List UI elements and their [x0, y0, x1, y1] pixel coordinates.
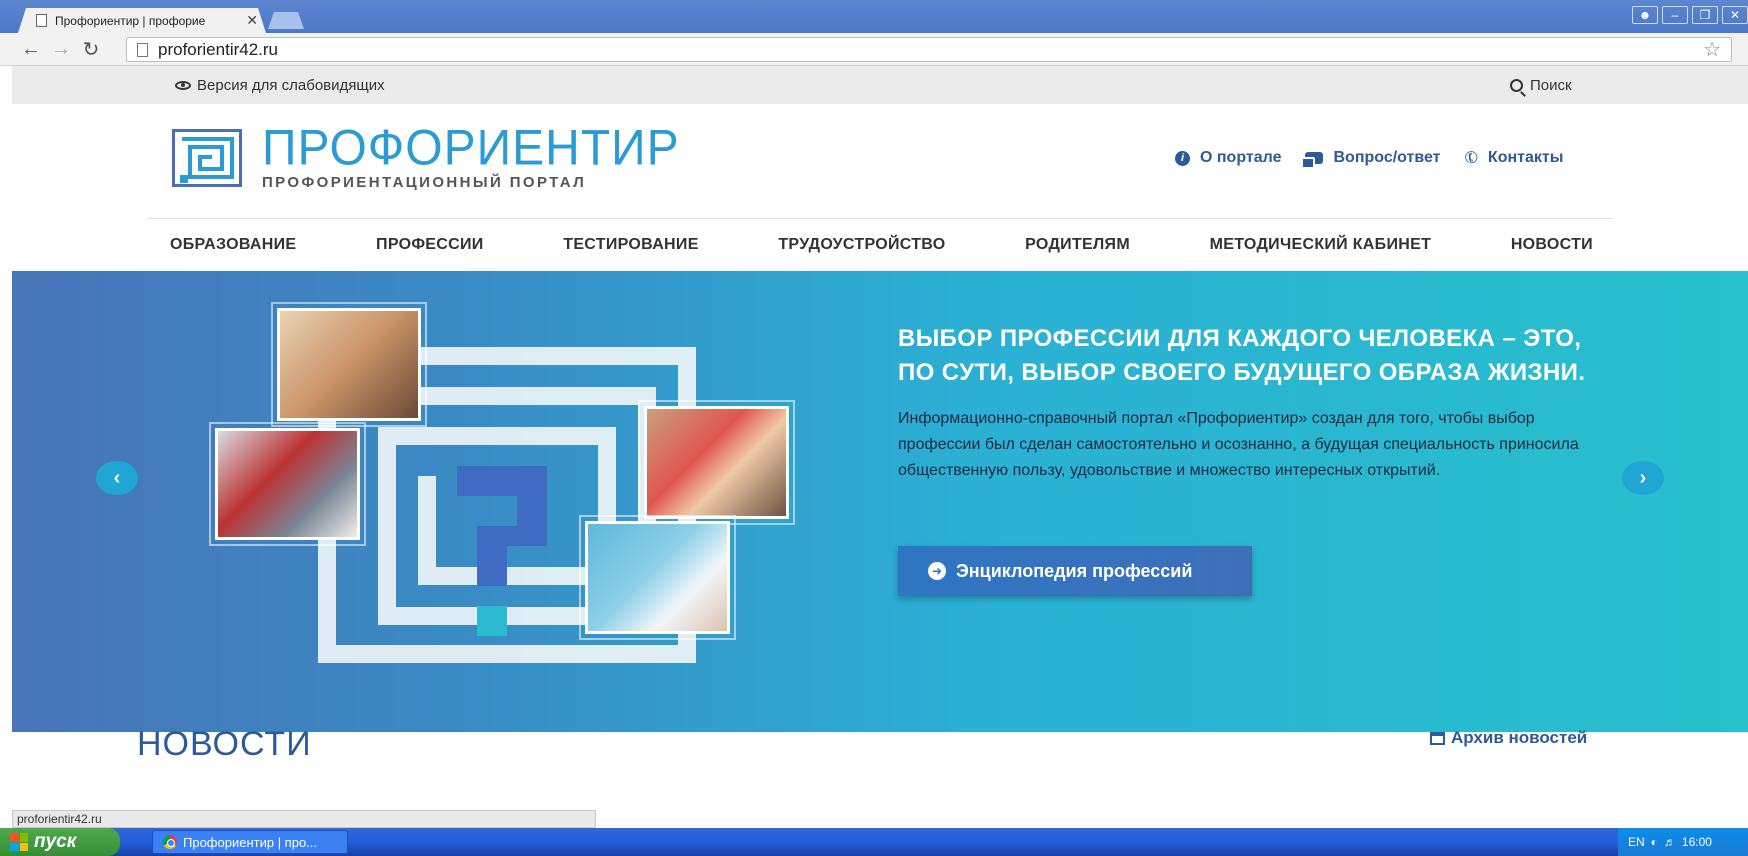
accessibility-label: Версия для слабовидящих: [197, 77, 385, 94]
photo-woman: [271, 302, 427, 427]
top-utility-bar: Версия для слабовидящих Поиск: [12, 66, 1748, 104]
photo-medics: [579, 515, 736, 640]
network-icon[interactable]: ◐: [1651, 835, 1658, 849]
start-label: пуск: [34, 831, 77, 852]
user-icon[interactable]: ☻: [1632, 6, 1658, 24]
menu-item-testing[interactable]: ТЕСТИРОВАНИЕ: [563, 236, 698, 254]
taskbar-item-label: Профориентир | про...: [183, 834, 318, 850]
maze-logo-icon[interactable]: [172, 129, 242, 187]
main-menu: ОБРАЗОВАНИЕ ПРОФЕССИИ ТЕСТИРОВАНИЕ ТРУДО…: [148, 218, 1613, 271]
logo-name: ПРОФОРИЕНТИР: [262, 120, 680, 177]
hero-slider: ‹ › ВЫБОР ПРОФЕССИИ ДЛЯ КАЖДОГО ЧЕЛОВЕКА…: [12, 271, 1748, 732]
menu-item-methodical[interactable]: МЕТОДИЧЕСКИЙ КАБИНЕТ: [1210, 236, 1432, 254]
forward-icon[interactable]: →: [46, 38, 76, 61]
header-links: i О портале Вопрос/ответ ✆ Контакты: [1175, 148, 1564, 169]
calendar-icon: [1430, 731, 1445, 745]
hero-title: ВЫБОР ПРОФЕССИИ ДЛЯ КАЖДОГО ЧЕЛОВЕКА – Э…: [898, 322, 1638, 390]
chat-icon: [1301, 152, 1324, 169]
restore-icon[interactable]: ❐: [1692, 6, 1718, 24]
encyclopedia-button-label: Энциклопедия профессий: [956, 560, 1193, 581]
system-tray: EN ◐ ♬ 16:00: [1618, 828, 1748, 856]
phone-icon: ✆: [1461, 147, 1482, 170]
arrow-circle-right-icon: ➜: [928, 562, 946, 580]
photo-worker: [209, 422, 366, 546]
page-icon: [36, 14, 47, 27]
menu-item-professions[interactable]: ПРОФЕССИИ: [376, 236, 484, 254]
search-link[interactable]: Поиск: [1510, 77, 1572, 94]
eye-icon: [175, 81, 191, 90]
accessibility-link[interactable]: Версия для слабовидящих: [175, 77, 385, 94]
encyclopedia-button[interactable]: ➜ Энциклопедия профессий: [898, 546, 1252, 596]
contacts-label: Контакты: [1487, 149, 1564, 166]
tab-close-icon[interactable]: ✕: [246, 12, 258, 29]
browser-status-bar: proforientir42.ru: [12, 810, 596, 828]
contacts-link[interactable]: ✆ Контакты: [1461, 148, 1564, 169]
windows-logo-icon: [10, 833, 28, 851]
menu-item-employment[interactable]: ТРУДОУСТРОЙСТВО: [778, 236, 945, 254]
site-header: ПРОФОРИЕНТИР ПРОФОРИЕНТАЦИОННЫЙ ПОРТАЛ i…: [12, 104, 1748, 218]
window-controls: ☻ – ❐ ✕: [1632, 6, 1748, 24]
os-taskbar: пуск Профориентир | про... EN ◐ ♬ 16:00: [0, 828, 1748, 856]
tab-title: Профориентир | профорие: [55, 13, 206, 28]
browser-tabbar: Профориентир | профорие ✕ ☻ – ❐ ✕: [0, 0, 1748, 33]
slider-next-button[interactable]: ›: [1622, 461, 1664, 495]
faq-label: Вопрос/ответ: [1333, 149, 1441, 166]
clock[interactable]: 16:00: [1682, 835, 1712, 849]
taskbar-item-browser[interactable]: Профориентир | про...: [152, 830, 348, 854]
hero-title-line1: ВЫБОР ПРОФЕССИИ ДЛЯ КАЖДОГО ЧЕЛОВЕКА – Э…: [898, 325, 1582, 352]
close-window-icon[interactable]: ✕: [1722, 6, 1748, 24]
start-button[interactable]: пуск: [0, 828, 120, 856]
new-tab-button[interactable]: [268, 12, 304, 29]
back-icon[interactable]: ←: [16, 38, 46, 61]
address-bar[interactable]: proforientir42.ru ☆: [126, 37, 1732, 62]
logo[interactable]: ПРОФОРИЕНТИР ПРОФОРИЕНТАЦИОННЫЙ ПОРТАЛ: [262, 120, 680, 191]
browser-toolbar: ← → ↻ proforientir42.ru ☆: [0, 33, 1748, 66]
about-link[interactable]: i О портале: [1175, 148, 1281, 168]
logo-subtitle: ПРОФОРИЕНТАЦИОННЫЙ ПОРТАЛ: [262, 174, 587, 191]
chrome-icon: [163, 835, 177, 849]
chevron-left-icon: ‹: [113, 466, 121, 489]
browser-tab[interactable]: Профориентир | профорие ✕: [18, 8, 266, 33]
language-indicator[interactable]: EN: [1628, 835, 1645, 849]
chevron-right-icon: ›: [1639, 466, 1647, 489]
slider-prev-button[interactable]: ‹: [96, 461, 138, 495]
news-archive-label: Архив новостей: [1451, 728, 1588, 747]
news-section-title: НОВОСТИ: [137, 725, 312, 763]
hero-title-line2: ПО СУТИ, ВЫБОР СВОЕГО БУДУЩЕГО ОБРАЗА ЖИ…: [898, 359, 1586, 386]
search-icon: [1510, 79, 1523, 92]
info-icon: i: [1175, 150, 1190, 166]
minimize-icon[interactable]: –: [1662, 6, 1688, 24]
menu-item-news[interactable]: НОВОСТИ: [1511, 236, 1593, 254]
url-text[interactable]: proforientir42.ru: [158, 40, 1703, 60]
volume-icon[interactable]: ♬: [1664, 835, 1676, 849]
news-archive-link[interactable]: Архив новостей: [1430, 728, 1587, 748]
hero-description: Информационно-справочный портал «Профори…: [898, 410, 1579, 479]
search-label: Поиск: [1530, 77, 1572, 94]
menu-item-parents[interactable]: РОДИТЕЛЯМ: [1025, 236, 1130, 254]
page-info-icon: [137, 42, 148, 57]
reload-icon[interactable]: ↻: [76, 37, 106, 62]
photo-students: [638, 400, 795, 525]
bookmark-star-icon[interactable]: ☆: [1703, 37, 1721, 62]
menu-item-education[interactable]: ОБРАЗОВАНИЕ: [170, 236, 296, 254]
web-page: Версия для слабовидящих Поиск ПРОФОРИЕНТ…: [12, 66, 1748, 828]
faq-link[interactable]: Вопрос/ответ: [1301, 148, 1441, 169]
about-label: О портале: [1200, 149, 1282, 166]
